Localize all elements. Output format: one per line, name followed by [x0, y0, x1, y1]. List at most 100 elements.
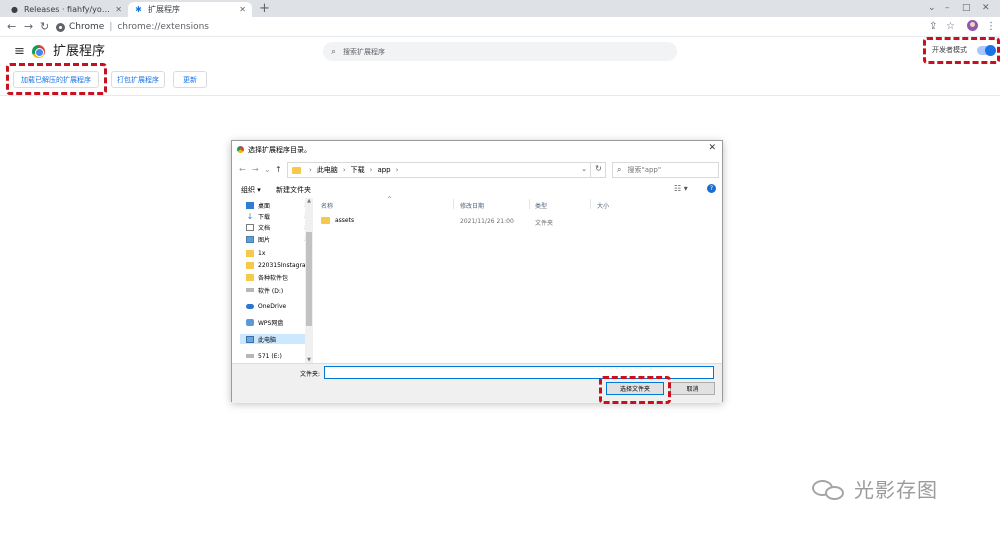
header-divider — [0, 95, 1000, 96]
nav-pane-item[interactable]: 各种软件包 — [246, 272, 312, 282]
column-name[interactable]: 名称 — [321, 201, 333, 210]
tab-releases[interactable]: ● Releases · fiahfy/youtube-live ✕ — [4, 2, 128, 17]
folder-icon — [246, 273, 254, 281]
nav-pane-item-label: 软件 (D:) — [258, 287, 284, 295]
close-icon[interactable]: ✕ — [115, 5, 122, 14]
nav-pane-item-label: 1x — [258, 249, 266, 257]
avatar[interactable] — [967, 20, 978, 31]
cloud-icon — [246, 303, 254, 309]
nav-pane-scrollbar[interactable]: ▲ ▼ — [305, 198, 313, 363]
chevron-down-icon[interactable]: ⌄ — [581, 165, 587, 173]
computer-icon — [246, 335, 254, 343]
document-icon — [246, 223, 254, 231]
help-icon[interactable]: ? — [707, 184, 716, 193]
breadcrumb-this-pc[interactable]: 此电脑 — [317, 165, 338, 175]
bookmark-star-icon[interactable]: ☆ — [946, 20, 955, 34]
nav-pane-item[interactable]: ↓下载📌 — [246, 211, 312, 221]
dialog-nav-bar: ← → ⌄ ↑ › 此电脑 › 下载 › app › ⌄ ↻ ⌕ 搜索"app" — [232, 159, 722, 181]
minimize-button[interactable]: – — [945, 1, 950, 15]
chevron-down-icon[interactable]: ⌄ — [928, 1, 936, 15]
new-folder-button[interactable]: 新建文件夹 — [276, 185, 311, 195]
share-icon[interactable]: ⇪ — [929, 20, 937, 34]
breadcrumb-downloads[interactable]: 下载 — [351, 165, 365, 175]
picture-icon — [246, 235, 254, 243]
maximize-button[interactable]: □ — [962, 1, 971, 15]
up-arrow-icon[interactable]: ↑ — [275, 165, 282, 174]
search-icon: ⌕ — [331, 46, 337, 57]
view-options-icon[interactable]: ☷ ▾ — [674, 184, 688, 193]
nav-pane-item[interactable]: 220315Instagra — [246, 260, 312, 270]
column-type[interactable]: 类型 — [535, 201, 547, 210]
close-icon[interactable]: ✕ — [239, 5, 246, 14]
nav-pane-item[interactable]: 图片📌 — [246, 234, 312, 244]
dialog-title: 选择扩展程序目录。 — [248, 145, 311, 154]
new-tab-button[interactable]: + — [259, 1, 270, 16]
highlight-select-folder — [599, 376, 671, 404]
search-icon: ⌕ — [617, 165, 622, 174]
tab-extensions[interactable]: ✱ 扩展程序 ✕ — [128, 2, 252, 17]
more-menu-icon[interactable]: ⋮ — [986, 20, 996, 34]
omnibox-chip-label: Chrome — [69, 22, 105, 32]
back-button[interactable]: ← — [7, 20, 16, 34]
nav-pane-item[interactable]: 此电脑 — [240, 334, 312, 344]
reload-button[interactable]: ↻ — [40, 20, 49, 34]
dialog-search-placeholder: 搜索"app" — [627, 166, 662, 174]
dialog-search-input[interactable]: ⌕ 搜索"app" — [612, 162, 719, 178]
table-row[interactable]: assets 2021/11/26 21:00 文件夹 — [321, 215, 721, 227]
folder-icon — [321, 217, 330, 224]
column-size[interactable]: 大小 — [597, 201, 609, 210]
update-button[interactable]: 更新 — [173, 71, 207, 88]
watermark-text: 光影存图 — [854, 478, 938, 502]
column-separator — [453, 199, 454, 209]
address-bar[interactable]: Chrome | chrome://extensions — [56, 19, 916, 35]
window-close-button[interactable]: ✕ — [982, 1, 990, 15]
nav-pane-item-label: WPS网盘 — [258, 319, 284, 327]
puzzle-icon: ✱ — [135, 5, 142, 14]
nav-pane-item[interactable]: 桌面📌 — [246, 200, 312, 210]
search-placeholder: 搜索扩展程序 — [343, 47, 386, 56]
dialog-address-bar[interactable]: › 此电脑 › 下载 › app › ⌄ — [287, 162, 606, 178]
scrollbar-thumb[interactable] — [306, 232, 312, 326]
highlight-load-unpacked — [6, 63, 107, 95]
nav-pane-item-label: 220315Instagra — [258, 261, 306, 269]
forward-button[interactable]: → — [24, 20, 33, 34]
folder-name-label: 文件夹: — [300, 371, 321, 378]
refresh-icon[interactable]: ↻ — [590, 162, 606, 178]
scroll-up-icon[interactable]: ▲ — [305, 198, 313, 204]
folder-icon — [292, 166, 301, 174]
nav-pane-item-label: 此电脑 — [258, 336, 277, 344]
chrome-logo-icon — [237, 146, 244, 153]
back-arrow-icon[interactable]: ← — [239, 165, 246, 174]
pack-extension-button[interactable]: 打包扩展程序 — [111, 71, 165, 88]
tab-strip: ● Releases · fiahfy/youtube-live ✕ ✱ 扩展程… — [0, 0, 1000, 17]
nav-pane-item[interactable]: 软件 (D:) — [246, 285, 312, 295]
recent-dropdown-icon[interactable]: ⌄ — [264, 165, 271, 174]
github-icon: ● — [11, 5, 18, 14]
column-separator — [590, 199, 591, 209]
dialog-titlebar: 选择扩展程序目录。 — [232, 141, 722, 158]
page-title: 扩展程序 — [53, 44, 106, 59]
nav-pane-item[interactable]: WPS网盘 — [246, 317, 312, 327]
extensions-search-input[interactable]: ⌕ 搜索扩展程序 — [323, 42, 677, 61]
breadcrumb-app[interactable]: app — [377, 166, 390, 174]
organize-menu[interactable]: 组织 ▾ — [241, 185, 261, 195]
nav-pane-item[interactable]: OneDrive — [246, 301, 312, 311]
nav-pane-item[interactable]: 571 (E:) — [246, 351, 312, 361]
hamburger-menu-icon[interactable]: ≡ — [14, 45, 25, 58]
tab-label: 扩展程序 — [148, 5, 180, 14]
dialog-close-button[interactable]: ✕ — [708, 143, 716, 153]
omnibox-separator: | — [109, 22, 113, 32]
chevron-right-icon: › — [369, 166, 373, 174]
forward-arrow-icon[interactable]: → — [252, 165, 259, 174]
column-modified[interactable]: 修改日期 — [460, 201, 484, 210]
drive-icon — [246, 354, 254, 358]
nav-pane-item-label: 571 (E:) — [258, 352, 282, 360]
nav-pane-item-label: 图片 — [258, 236, 271, 244]
cancel-button[interactable]: 取消 — [670, 382, 715, 395]
nav-pane-item-label: OneDrive — [258, 302, 287, 310]
nav-pane-item[interactable]: 文档📌 — [246, 222, 312, 232]
nav-pane-item-label: 文档 — [258, 224, 271, 232]
file-modified: 2021/11/26 21:00 — [460, 218, 514, 225]
omnibox-url: chrome://extensions — [117, 22, 209, 32]
nav-pane-item[interactable]: 1x — [246, 248, 312, 258]
